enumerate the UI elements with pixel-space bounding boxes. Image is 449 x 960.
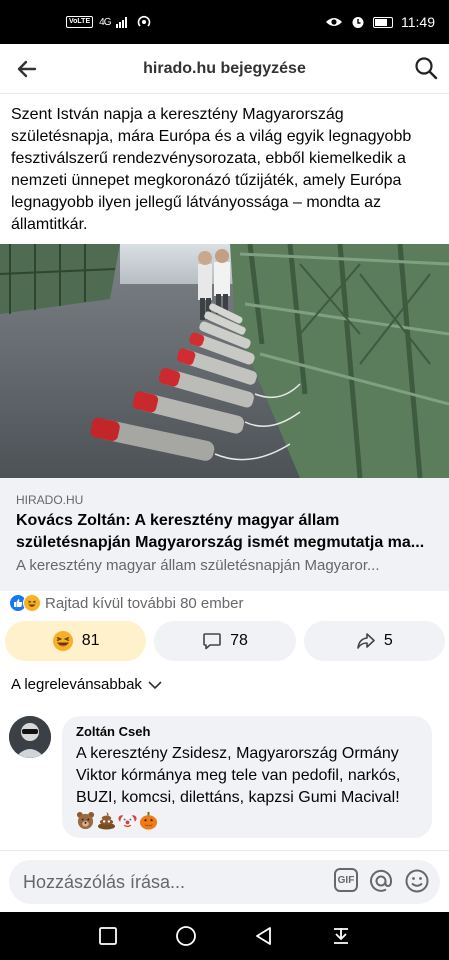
mention-icon[interactable] xyxy=(368,868,394,894)
bear-emoji-icon xyxy=(76,811,95,830)
comment-bubble[interactable]: Zoltán Cseh A keresztény Zsidesz, Magyar… xyxy=(62,716,432,838)
emoji-picker-icon[interactable] xyxy=(404,868,430,894)
page-title: hirado.hu bejegyzése xyxy=(143,59,306,77)
signal-icon xyxy=(116,17,128,28)
network-label: 4G xyxy=(99,16,111,28)
system-navigation-bar xyxy=(0,912,449,960)
recents-icon[interactable] xyxy=(97,925,119,947)
search-icon[interactable] xyxy=(413,55,439,81)
avatar[interactable] xyxy=(9,716,51,758)
reaction-summary-text: Rajtad kívül további 80 ember xyxy=(45,594,244,612)
eye-icon xyxy=(326,18,342,26)
comment-icon xyxy=(203,633,221,650)
action-bar: 81 78 5 xyxy=(5,621,445,661)
comment-text: A keresztény Zsidesz, Magyarország Ormán… xyxy=(76,745,401,806)
volte-badge: VoLTE xyxy=(66,16,94,28)
comment-input[interactable]: Hozzászólás írása... GIF xyxy=(9,860,440,904)
post-image[interactable] xyxy=(0,244,449,478)
react-count: 81 xyxy=(81,632,100,649)
comment-sort-dropdown[interactable]: A legrelevánsabbak xyxy=(11,676,162,693)
home-icon[interactable] xyxy=(174,924,198,948)
alarm-icon xyxy=(352,17,364,28)
link-description: A keresztény magyar állam születésnapján… xyxy=(16,557,380,574)
comment-author[interactable]: Zoltán Cseh xyxy=(76,724,418,739)
reaction-summary[interactable]: Rajtad kívül további 80 ember xyxy=(9,594,243,612)
pumpkin-emoji-icon xyxy=(139,811,158,830)
react-button[interactable]: 81 xyxy=(5,621,147,661)
clown-emoji-icon xyxy=(118,814,137,829)
back-arrow-icon[interactable] xyxy=(14,56,40,82)
app-bar: hirado.hu bejegyzése xyxy=(0,44,449,94)
share-button[interactable]: 5 xyxy=(303,621,445,661)
link-domain: HIRADO.HU xyxy=(16,493,84,507)
comment-emojis xyxy=(76,811,418,830)
comment-count: 78 xyxy=(230,632,248,649)
poop-emoji-icon xyxy=(97,811,116,830)
share-icon xyxy=(357,633,375,649)
link-title-line-2: születésnapján Magyarország ismét megmut… xyxy=(16,534,425,551)
battery-icon xyxy=(373,16,393,28)
comment-button[interactable]: 78 xyxy=(154,621,296,661)
haha-reaction-icon xyxy=(23,594,41,612)
notification-pull-icon[interactable] xyxy=(330,925,352,947)
hotspot-icon xyxy=(138,15,151,27)
back-nav-icon[interactable] xyxy=(253,925,275,947)
haha-emoji-icon xyxy=(52,631,73,651)
link-title-line-1: Kovács Zoltán: A keresztény magyar állam xyxy=(16,512,340,529)
comment-composer: Hozzászólás írása... GIF xyxy=(0,850,449,912)
link-preview-card[interactable]: HIRADO.HU Kovács Zoltán: A keresztény ma… xyxy=(0,478,449,591)
chevron-down-icon xyxy=(148,680,162,689)
gif-button[interactable]: GIF xyxy=(334,868,358,892)
comment-input-placeholder: Hozzászólás írása... xyxy=(23,871,186,892)
sort-label: A legrelevánsabbak xyxy=(11,676,142,693)
status-bar: VoLTE 4G 11:49 xyxy=(0,0,449,44)
clock: 11:49 xyxy=(401,14,435,30)
post-text: Szent István napja a keresztény Magyaror… xyxy=(11,106,412,233)
share-count: 5 xyxy=(383,632,393,649)
